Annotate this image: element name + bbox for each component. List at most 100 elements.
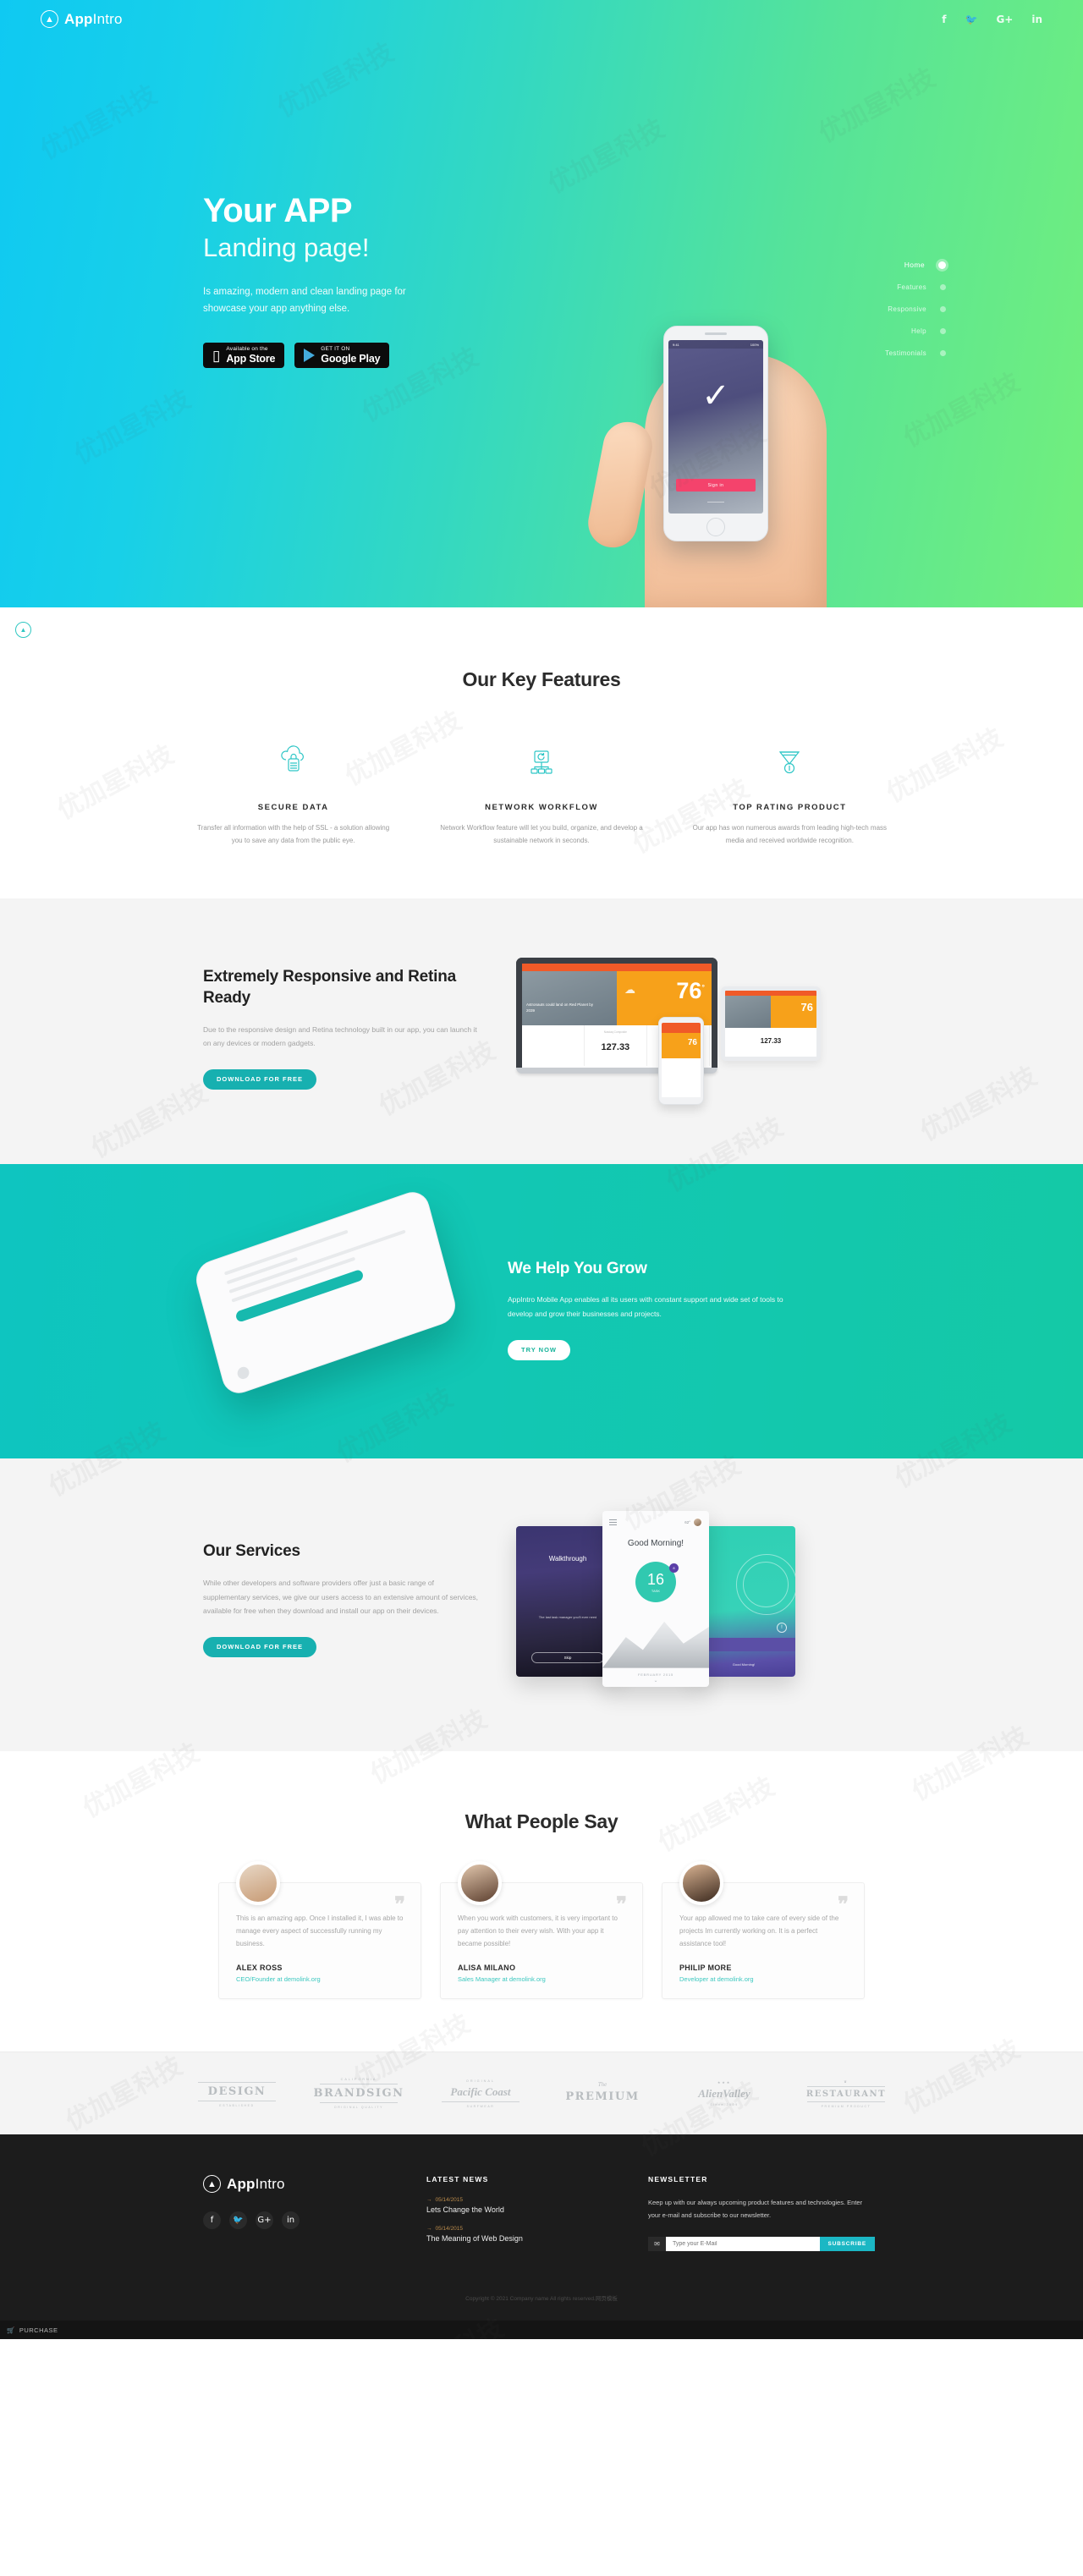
- feature-text: Our app has won numerous awards from lea…: [692, 824, 888, 844]
- news-item[interactable]: → 05/14/2015 Lets Change the World: [426, 2197, 619, 2214]
- features-title: Our Key Features: [462, 668, 621, 690]
- twitter-icon[interactable]: 🐦: [229, 2211, 247, 2230]
- grow-text: AppIntro Mobile App enables all its user…: [508, 1295, 783, 1318]
- hero-phone-mockup: 9:41 100% ✓ Sign in: [584, 252, 863, 607]
- brand-logo[interactable]: ORIGINAL Pacific Coast SURFWEAR: [430, 2079, 531, 2108]
- newsletter-form: ✉ SUBSCRIBE: [648, 2237, 875, 2252]
- brand-logo[interactable]: The PREMIUM: [552, 2081, 653, 2106]
- dotnav-item-home[interactable]: Home: [885, 254, 946, 276]
- dotnav-item-testimonials[interactable]: Testimonials: [885, 342, 946, 364]
- dot-icon[interactable]: [940, 283, 946, 290]
- testimonial-role[interactable]: Developer at demolink.org: [679, 1975, 847, 1983]
- facebook-icon[interactable]: f: [203, 2211, 221, 2230]
- app-store-button[interactable]: ▯ Available on the App Store: [203, 343, 285, 369]
- phone-device: 9:41 100% ✓ Sign in: [663, 326, 768, 541]
- dotnav-item-features[interactable]: Features: [885, 276, 946, 298]
- subscribe-button[interactable]: SUBSCRIBE: [819, 2237, 875, 2252]
- app-store-big: App Store: [226, 353, 276, 365]
- facebook-icon[interactable]: f: [942, 14, 946, 25]
- phone-device-small: 76: [658, 1016, 704, 1105]
- google-play-small: GET IT ON: [321, 345, 350, 352]
- newsletter-heading: NEWSLETTER: [648, 2175, 708, 2184]
- brand-logo[interactable]: DESIGN ESTABLISHED: [186, 2079, 288, 2107]
- dotnav-item-responsive[interactable]: Responsive: [885, 298, 946, 320]
- try-now-button[interactable]: TRY NOW: [508, 1339, 570, 1360]
- dotnav-item-help[interactable]: Help: [885, 320, 946, 342]
- google-plus-icon[interactable]: G+: [256, 2211, 273, 2230]
- twitter-icon[interactable]: 🐦: [965, 14, 977, 25]
- dot-icon[interactable]: [940, 305, 946, 312]
- dot-icon[interactable]: [940, 327, 946, 334]
- testimonials-title: What People Say: [465, 1810, 618, 1832]
- brand-lower: PREMIUM PRODUCT: [821, 2104, 871, 2108]
- news-title[interactable]: The Meaning of Web Design: [426, 2234, 619, 2243]
- hero-section: ▲ AppIntro f 🐦 G+ in Your APP Landing pa…: [0, 0, 1083, 607]
- grow-section: We Help You Grow AppIntro Mobile App ena…: [0, 1163, 1083, 1458]
- brand-lower: ORIGINAL QUALITY: [333, 2106, 384, 2110]
- features-section: Our Key Features SECURE DATA Transfer al…: [0, 607, 1083, 898]
- services-title: Our Services: [203, 1542, 300, 1561]
- purchase-bar[interactable]: 🛒 PURCHASE: [0, 2321, 1083, 2340]
- footer-logo-text: AppIntro: [227, 2175, 285, 2192]
- brand-logo[interactable]: ♛ RESTAURANT PREMIUM PRODUCT: [795, 2079, 897, 2108]
- phone-status-right: 100%: [750, 342, 759, 347]
- testimonial-name: PHILIP MORE: [679, 1964, 732, 1973]
- hero-description: Is amazing, modern and clean landing pag…: [203, 287, 406, 315]
- testimonial-role[interactable]: CEO/Founder at demolink.org: [236, 1975, 404, 1983]
- brand-lower: Since 2009: [710, 2103, 739, 2107]
- grow-title: We Help You Grow: [508, 1259, 647, 1277]
- task-count: 16: [646, 1570, 665, 1588]
- footer-logo[interactable]: ▲ AppIntro: [203, 2175, 398, 2194]
- dot-icon[interactable]: [940, 349, 946, 356]
- news-title[interactable]: Lets Change the World: [426, 2205, 619, 2214]
- brand-logo[interactable]: ★★★ AlienValley Since 2009: [673, 2080, 775, 2106]
- news-item[interactable]: → 05/14/2015 The Meaning of Web Design: [426, 2226, 619, 2243]
- check-icon: ✓: [701, 377, 730, 415]
- footer: ▲ AppIntro f 🐦 G+ in LATEST NEWS → 05/14/…: [0, 2134, 1083, 2321]
- linkedin-icon[interactable]: in: [1031, 14, 1042, 25]
- brand-lower: SURFWEAR: [466, 2104, 495, 2108]
- brand-name: DESIGN: [207, 2085, 267, 2099]
- linkedin-icon[interactable]: in: [282, 2211, 300, 2230]
- chevron-down-icon[interactable]: ⌄: [602, 1678, 709, 1683]
- download-for-free-button[interactable]: DOWNLOAD FOR FREE: [203, 1068, 316, 1090]
- greeting-text: Good Morning!: [627, 1539, 684, 1549]
- google-plus-icon[interactable]: G+: [996, 14, 1013, 25]
- landing-page: ▲ AppIntro f 🐦 G+ in Your APP Landing pa…: [0, 0, 1083, 2340]
- brand-lower: ESTABLISHED: [219, 2104, 255, 2108]
- feature-card: NETWORK WORKFLOW Network Workflow featur…: [417, 744, 665, 848]
- brand-name: BRANDSIGN: [313, 2087, 404, 2101]
- brand-name: AlienValley: [698, 2087, 750, 2101]
- download-for-free-button[interactable]: DOWNLOAD FOR FREE: [203, 1636, 316, 1657]
- skip-button[interactable]: Skip: [531, 1651, 604, 1663]
- mockup-stock: 127.33: [601, 1041, 630, 1052]
- good-morning-screen: 62° Good Morning! 16 TASK 8 FEBRUARY 201…: [602, 1510, 709, 1687]
- feature-text: Transfer all information with the help o…: [197, 824, 390, 844]
- cart-icon: 🛒: [7, 2326, 15, 2334]
- brand-name: PREMIUM: [565, 2090, 640, 2104]
- mockup-temp: 76°: [676, 977, 705, 1003]
- logo-mark-icon: ▲: [41, 10, 58, 28]
- scroll-to-top-button[interactable]: ▲: [15, 622, 31, 638]
- social-links: f 🐦 G+ in: [942, 14, 1042, 25]
- minifone-temp: 76: [687, 1037, 697, 1047]
- cloud-icon: ☁: [624, 982, 635, 996]
- email-input[interactable]: [666, 2237, 820, 2252]
- feature-heading: SECURE DATA: [257, 803, 329, 812]
- hero-subtitle: Landing page!: [203, 233, 370, 262]
- mockup-headline: Astronauts could land on Red Planet by 2…: [526, 1002, 594, 1013]
- avatar: [236, 1860, 280, 1905]
- testimonial-role[interactable]: Sales Manager at demolink.org: [458, 1975, 625, 1983]
- responsive-section: Extremely Responsive and Retina Ready Du…: [0, 898, 1083, 1164]
- hero-copy: Your APP Landing page! Is amazing, moder…: [203, 193, 558, 369]
- brand-logo[interactable]: CALIFORNIA BRANDSIGN ORIGINAL QUALITY: [308, 2078, 410, 2109]
- phone-screen: 9:41 100% ✓ Sign in: [668, 340, 763, 514]
- dot-icon[interactable]: [938, 261, 946, 269]
- site-logo[interactable]: ▲ AppIntro: [41, 10, 123, 28]
- menu-icon[interactable]: [609, 1518, 617, 1528]
- dotnav-label: Home: [904, 261, 925, 269]
- phone-cta-button[interactable]: Sign in: [676, 479, 756, 492]
- news-date: → 05/14/2015: [426, 2226, 464, 2233]
- testimonials-section: What People Say ❞ This is an amazing app…: [0, 1750, 1083, 2052]
- google-play-button[interactable]: GET IT ON Google Play: [294, 343, 390, 369]
